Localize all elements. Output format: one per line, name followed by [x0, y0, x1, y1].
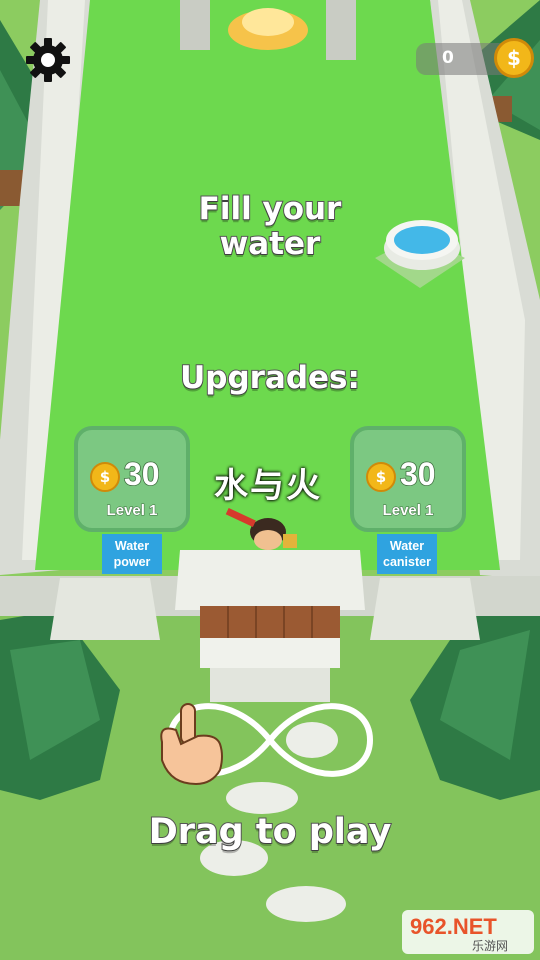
upgrades-heading: Upgrades: — [179, 359, 361, 397]
dollar-coin-icon: $ — [366, 462, 396, 492]
drag-to-play-hint[interactable]: Drag to play — [110, 811, 430, 853]
water-power-label: Water power — [102, 534, 162, 574]
upgrade-level: Level 1 — [106, 502, 158, 520]
dollar-coin-icon: $ — [90, 462, 120, 492]
upgrade-cost: 30 — [123, 455, 160, 493]
upgrade-cost: 30 — [399, 455, 436, 493]
dollar-coin-icon: $ — [494, 38, 534, 78]
water-canister-upgrade-card[interactable]: $ 30 Level 1 — [350, 426, 466, 532]
upgrade-level: Level 1 — [382, 502, 434, 520]
game-title-watermark: 水与火 — [214, 466, 322, 506]
settings-button[interactable] — [24, 36, 72, 84]
water-power-upgrade-card[interactable]: $ 30 Level 1 — [74, 426, 190, 532]
coin-count: 0 — [442, 48, 454, 68]
water-canister-label: Water canister — [377, 534, 437, 574]
fill-water-title: Fill your water — [198, 191, 343, 263]
site-subtitle: 乐游网 — [472, 939, 508, 953]
gear-icon — [26, 38, 70, 82]
site-name: 962.NET — [410, 914, 497, 939]
site-logo: 962.NET 乐游网 — [402, 908, 534, 956]
